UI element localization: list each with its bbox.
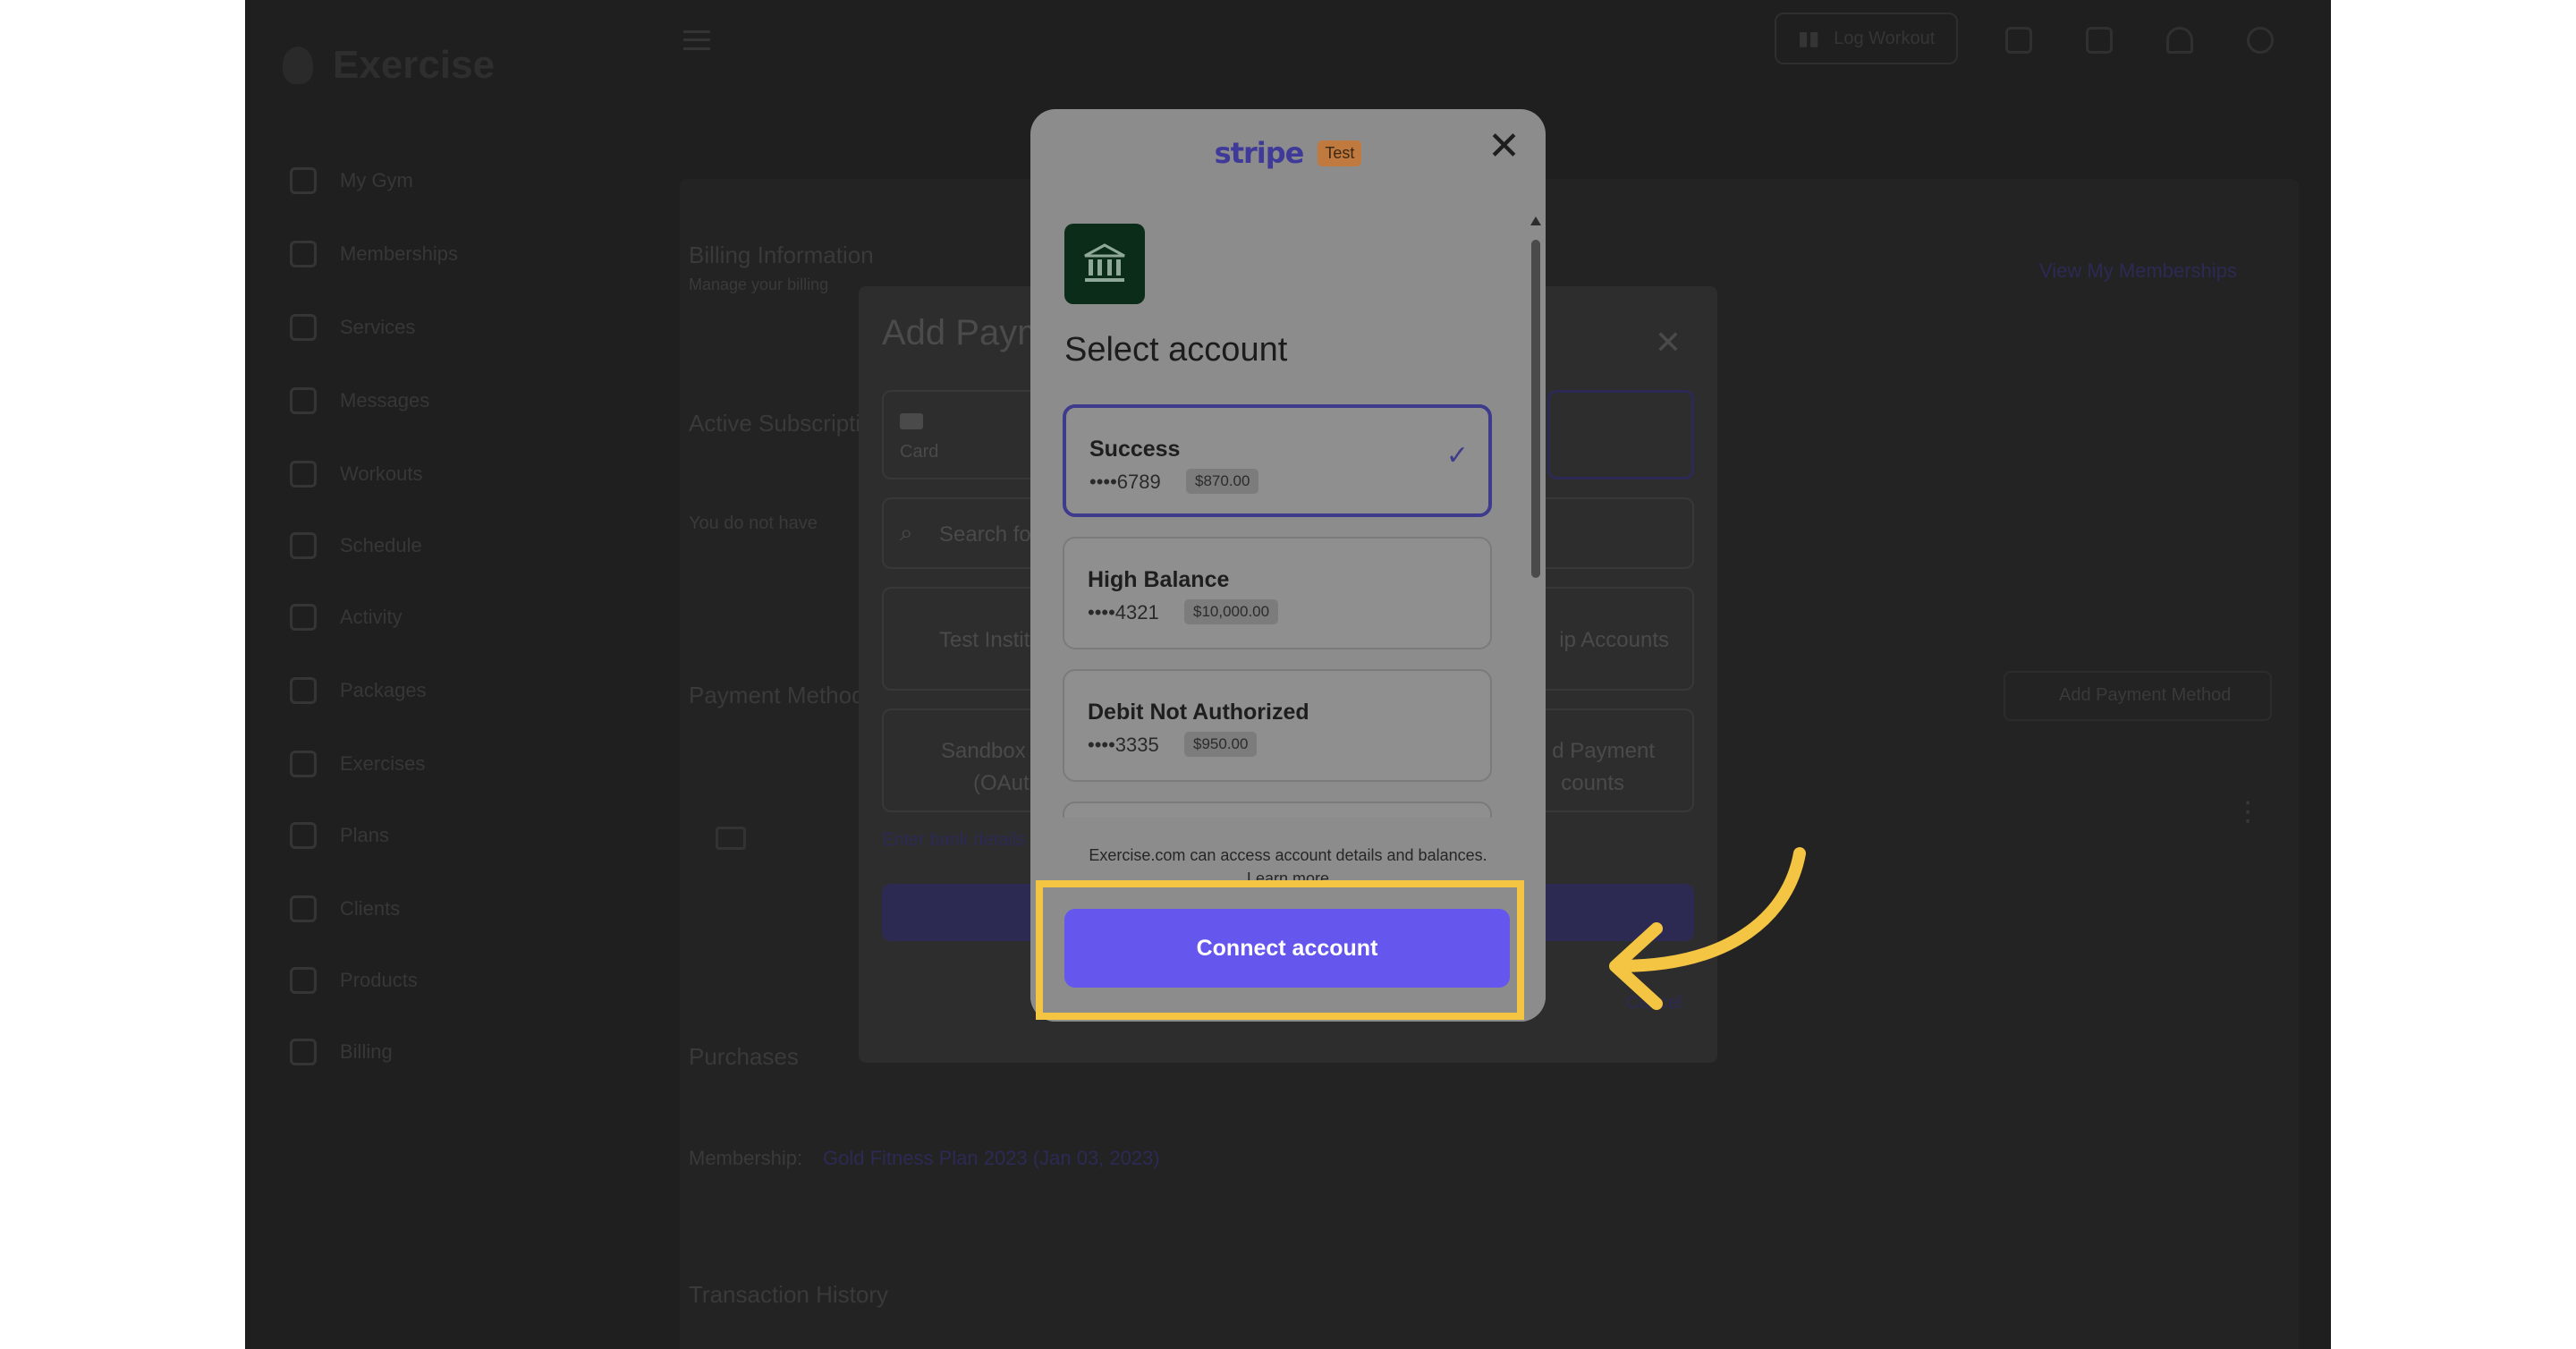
sidebar-item-my-gym[interactable]: My Gym — [290, 163, 413, 199]
sidebar-item-activity[interactable]: Activity — [290, 599, 402, 635]
bell-icon[interactable] — [2166, 27, 2193, 54]
app-logo[interactable]: Exercise — [283, 43, 495, 88]
plan-icon — [290, 822, 317, 849]
purchases-heading: Purchases — [689, 1043, 799, 1070]
check-icon: ✓ — [1445, 441, 1469, 471]
consent-text: Exercise.com can access account details … — [1089, 846, 1487, 864]
stripe-header: stripe Test — [1030, 132, 1546, 174]
scrollbar[interactable] — [1530, 216, 1542, 919]
sidebar-item-exercises[interactable]: Exercises — [290, 746, 425, 782]
list-icon — [290, 314, 317, 341]
pointer-arrow-icon — [1609, 847, 1806, 1010]
account-balance: $870.00 — [1186, 469, 1259, 494]
billing-title: Billing Information — [689, 242, 874, 268]
tab-bank[interactable] — [1547, 390, 1694, 479]
logo-mark-icon — [283, 47, 313, 84]
account-mask: ••••6789 — [1089, 471, 1161, 493]
select-account-title: Select account — [1064, 331, 1288, 369]
sidebar-item-memberships[interactable]: Memberships — [290, 236, 458, 272]
brand-name: Exercise — [333, 43, 496, 87]
sidebar-item-products[interactable]: Products — [290, 963, 418, 998]
sidebar-item-schedule[interactable]: Schedule — [290, 528, 422, 564]
scroll-thumb[interactable] — [1531, 240, 1540, 578]
account-option-high-balance[interactable]: High Balance ••••4321 $10,000.00 — [1063, 537, 1492, 649]
stripe-logo: stripe — [1214, 136, 1305, 170]
payment-methods-heading: Payment Methods — [689, 682, 877, 708]
close-icon[interactable]: ✕ — [1655, 324, 1682, 361]
calendar-icon[interactable] — [2005, 27, 2032, 54]
sidebar-item-clients[interactable]: Clients — [290, 891, 400, 927]
sidebar-item-plans[interactable]: Plans — [290, 818, 389, 853]
more-options-icon[interactable]: ⋮ — [2234, 796, 2261, 827]
view-memberships-link[interactable]: View My Memberships — [2039, 259, 2237, 283]
sidebar-item-billing[interactable]: Billing — [290, 1034, 393, 1070]
close-icon[interactable]: ✕ — [1487, 127, 1521, 166]
enter-bank-details-link[interactable]: Enter bank details — [882, 830, 1025, 851]
billing-icon — [290, 1039, 317, 1065]
account-mask: ••••3335 — [1088, 734, 1159, 756]
card-icon — [716, 827, 746, 850]
sidebar-item-messages[interactable]: Messages — [290, 383, 429, 419]
calendar-icon — [290, 532, 317, 559]
membership-label: Membership: — [689, 1147, 803, 1169]
menu-icon[interactable] — [683, 30, 710, 50]
activity-icon — [290, 604, 317, 631]
account-option-success[interactable]: Success ••••6789 $870.00 ✓ — [1063, 404, 1492, 517]
tab-card[interactable]: Card — [882, 390, 1043, 479]
account-mask: ••••4321 — [1088, 601, 1159, 624]
cart-icon[interactable] — [2086, 27, 2113, 54]
laptop-icon — [290, 461, 317, 488]
membership-link[interactable]: Gold Fitness Plan 2023 (Jan 03, 2023) — [823, 1147, 1160, 1170]
card-icon — [900, 413, 923, 429]
avatar[interactable] — [2247, 27, 2274, 54]
card-icon — [290, 241, 317, 267]
account-balance: $950.00 — [1184, 732, 1258, 757]
add-payment-method-button[interactable]: Add Payment Method — [2004, 671, 2272, 721]
sidebar-item-workouts[interactable]: Workouts — [290, 456, 423, 492]
account-option-debit-not-authorized[interactable]: Debit Not Authorized ••••3335 $950.00 — [1063, 669, 1492, 782]
sidebar-item-services[interactable]: Services — [290, 310, 415, 345]
test-mode-badge: Test — [1318, 140, 1362, 166]
account-name: Success — [1089, 437, 1181, 462]
dumbbell-icon: ▮▮ — [1798, 27, 1820, 49]
search-icon: ⌕ — [900, 519, 913, 546]
bank-icon — [1064, 224, 1145, 304]
package-icon — [290, 677, 317, 704]
home-icon — [290, 167, 317, 194]
product-icon — [290, 967, 317, 994]
log-workout-button[interactable]: ▮▮ Log Workout — [1775, 13, 1959, 64]
mail-icon — [290, 387, 317, 414]
users-icon — [290, 895, 317, 922]
sidebar-item-packages[interactable]: Packages — [290, 673, 427, 708]
billing-subtitle: Manage your billing — [689, 276, 829, 293]
connect-account-button[interactable]: Connect account — [1064, 909, 1510, 988]
no-subscriptions-text: You do not have — [689, 513, 818, 533]
account-name: Debit Not Authorized — [1088, 700, 1309, 725]
scroll-up-icon[interactable] — [1530, 216, 1541, 225]
transaction-history-heading: Transaction History — [689, 1281, 888, 1308]
account-name: High Balance — [1088, 567, 1230, 592]
account-balance: $10,000.00 — [1184, 599, 1279, 624]
dumbbell-icon — [290, 751, 317, 777]
